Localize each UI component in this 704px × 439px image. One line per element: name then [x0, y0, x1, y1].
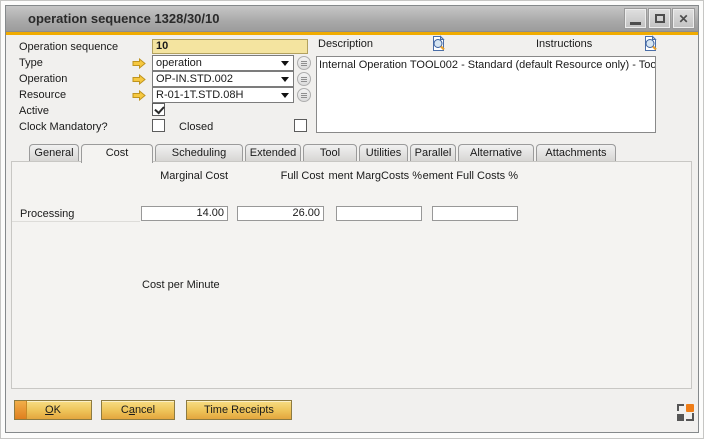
clock-mandatory-label: Clock Mandatory?	[19, 120, 108, 135]
processing-row-label: Processing	[20, 207, 74, 222]
tab-parallel[interactable]: Parallel	[410, 144, 456, 161]
dropdown-caret-icon	[281, 61, 289, 66]
tab-utilities[interactable]: Utilities	[359, 144, 408, 161]
resource-label: Resource	[19, 88, 66, 103]
time-receipts-button[interactable]: Time Receipts	[186, 400, 292, 420]
tab-alternative[interactable]: Alternative	[458, 144, 534, 161]
processing-full-cost-input[interactable]: 26.00	[237, 206, 324, 221]
resource-list-button[interactable]	[297, 88, 311, 102]
tab-bar: General Cost Scheduling Extended Tool Ut…	[29, 144, 616, 163]
link-arrow-icon[interactable]	[132, 58, 146, 69]
processing-increment-fullcosts-input[interactable]	[432, 206, 518, 221]
title-bar[interactable]: operation sequence 1328/30/10 ✕	[6, 6, 698, 32]
instructions-zoom-icon[interactable]	[642, 35, 659, 52]
description-zoom-icon[interactable]	[430, 35, 447, 52]
closed-checkbox[interactable]	[294, 119, 307, 132]
operation-sequence-input[interactable]: 10	[152, 39, 308, 54]
form-settings-grip-icon[interactable]	[677, 404, 694, 421]
maximize-icon	[655, 14, 665, 23]
window-title: operation sequence 1328/30/10	[28, 6, 219, 32]
processing-increment-margcosts-input[interactable]	[336, 206, 422, 221]
tab-extended[interactable]: Extended	[245, 144, 301, 161]
full-cost-header: Full Cost	[234, 170, 324, 183]
cancel-button[interactable]: Cancel	[101, 400, 175, 420]
type-dropdown[interactable]: operation	[152, 55, 294, 71]
resource-dropdown[interactable]: R-01-1T.STD.08H	[152, 87, 294, 103]
window-inner: operation sequence 1328/30/10 ✕ Operatio…	[5, 5, 699, 433]
tab-scheduling[interactable]: Scheduling	[155, 144, 243, 161]
maximize-button[interactable]	[649, 9, 670, 28]
instructions-label: Instructions	[536, 37, 592, 52]
description-textarea[interactable]: Internal Operation TOOL002 - Standard (d…	[316, 56, 656, 133]
default-button-accent	[15, 401, 27, 419]
type-list-button[interactable]	[297, 56, 311, 70]
ok-button[interactable]: OK	[14, 400, 92, 420]
operation-sequence-label: Operation sequence	[19, 40, 118, 55]
tab-tool[interactable]: Tool	[303, 144, 357, 161]
closed-label: Closed	[179, 120, 213, 135]
operation-label: Operation	[19, 72, 67, 87]
accent-line	[6, 32, 698, 35]
link-arrow-icon[interactable]	[132, 90, 146, 101]
active-checkbox[interactable]	[152, 103, 165, 116]
dropdown-caret-icon	[281, 77, 289, 82]
type-value: operation	[156, 57, 202, 69]
type-label: Type	[19, 56, 43, 71]
description-label: Description	[318, 37, 373, 52]
tab-attachments[interactable]: Attachments	[536, 144, 616, 161]
minimize-button[interactable]	[625, 9, 646, 28]
processing-marginal-cost-input[interactable]: 14.00	[141, 206, 228, 221]
active-label: Active	[19, 104, 49, 119]
cost-tab-panel: Marginal Cost Full Cost ment MargCosts %…	[11, 161, 692, 389]
dialog-window: operation sequence 1328/30/10 ✕ Operatio…	[0, 0, 704, 439]
resource-value: R-01-1T.STD.08H	[156, 89, 243, 101]
dropdown-caret-icon	[281, 93, 289, 98]
marginal-cost-header: Marginal Cost	[52, 170, 228, 183]
tab-general[interactable]: General	[29, 144, 79, 161]
close-button[interactable]: ✕	[673, 9, 694, 28]
operation-list-button[interactable]	[297, 72, 311, 86]
clock-mandatory-checkbox[interactable]	[152, 119, 165, 132]
window-controls: ✕	[625, 9, 694, 28]
close-icon: ✕	[678, 13, 688, 25]
row-divider	[12, 221, 140, 222]
link-arrow-icon[interactable]	[132, 74, 146, 85]
cost-per-minute-label: Cost per Minute	[142, 278, 220, 293]
increment-fullcosts-header: ement Full Costs %	[410, 170, 518, 183]
operation-value: OP-IN.STD.002	[156, 73, 233, 85]
minimize-icon	[630, 22, 641, 25]
tab-cost[interactable]: Cost	[81, 144, 153, 163]
operation-dropdown[interactable]: OP-IN.STD.002	[152, 71, 294, 87]
increment-margcosts-header: ment MargCosts %	[314, 170, 422, 183]
